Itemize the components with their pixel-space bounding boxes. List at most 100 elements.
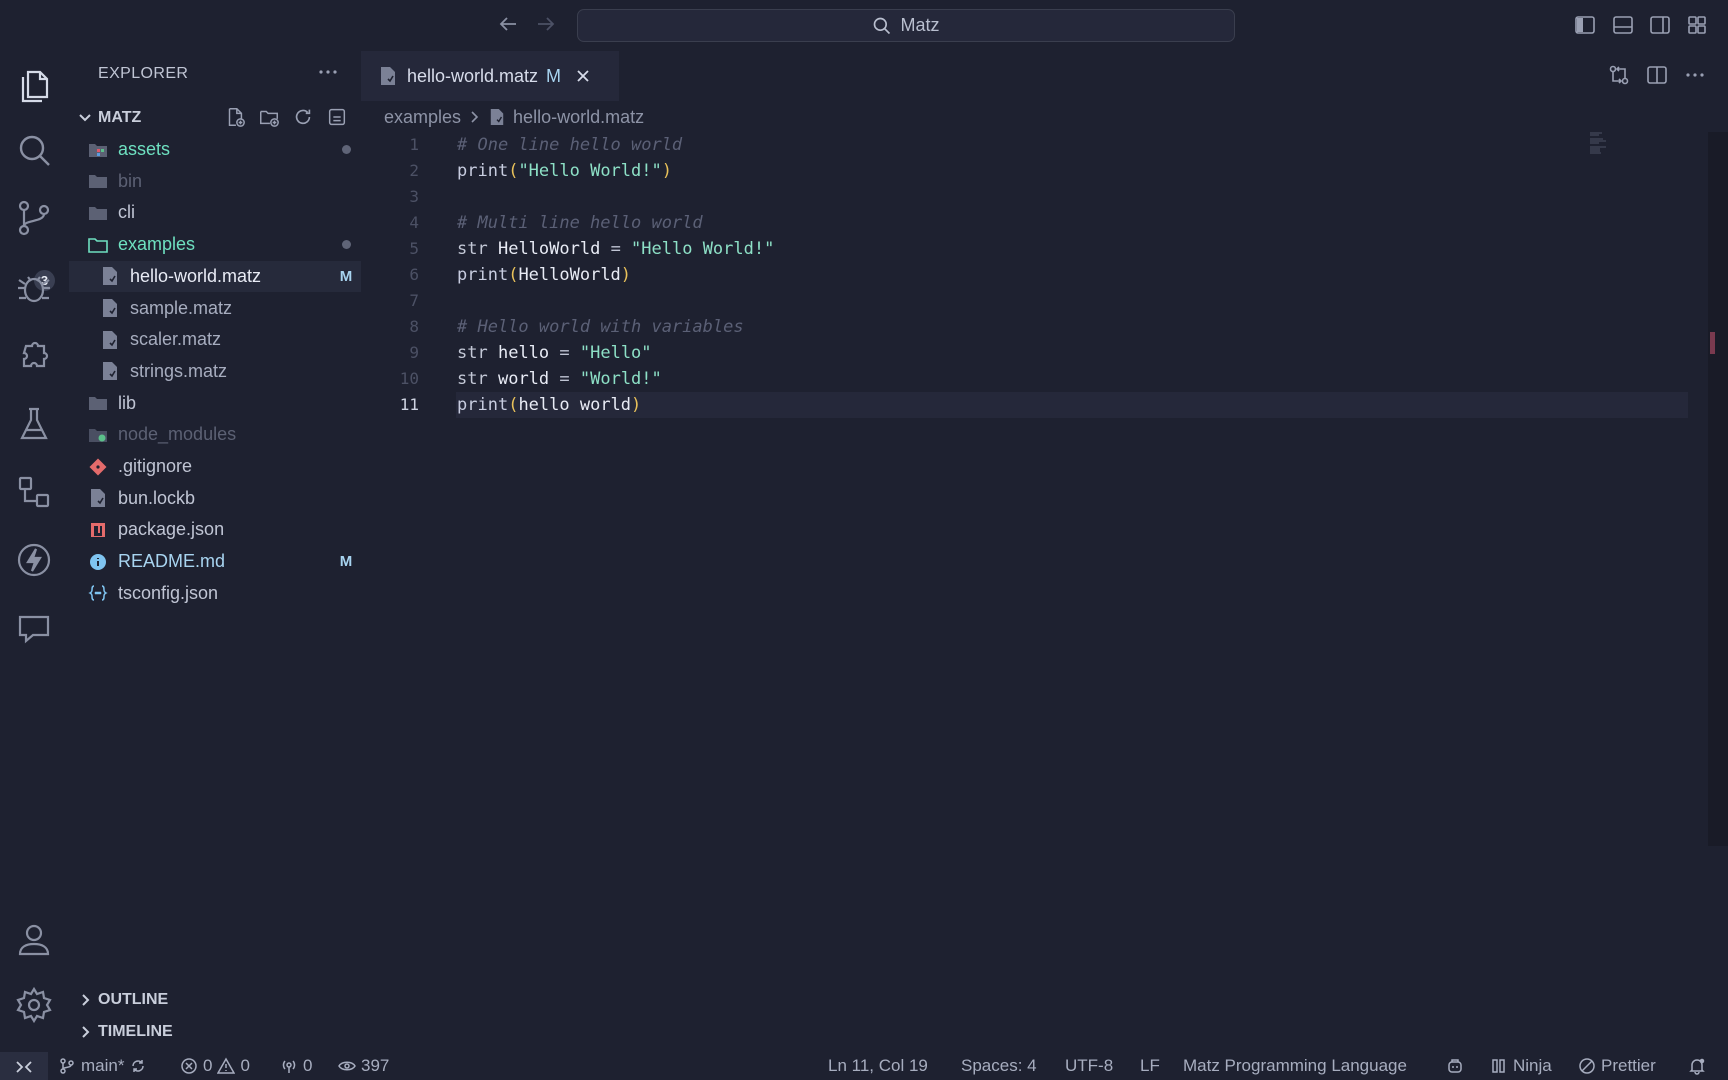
outline-label: OUTLINE	[98, 991, 169, 1008]
toggle-primary-sidebar-icon[interactable]	[1573, 13, 1597, 37]
editor-scrollbar[interactable]	[1708, 132, 1728, 846]
ports-count: 0	[303, 1056, 313, 1075]
tab-hello-world-matz[interactable]: hello-world.matz M	[361, 51, 619, 101]
code-text: print(hello world)	[457, 395, 642, 415]
accounts-person-icon[interactable]	[14, 920, 54, 960]
problems-status[interactable]: 0 0	[180, 1052, 250, 1080]
extensions-puzzle-icon[interactable]	[14, 336, 54, 376]
ninja-status[interactable]: Ninja	[1490, 1052, 1552, 1080]
code-line: 8 # Hello world with variables	[361, 314, 1688, 340]
code-line: 9 str hello = "Hello"	[361, 340, 1688, 366]
outline-section-header[interactable]: OUTLINE	[69, 987, 361, 1013]
tree-item-label: strings.matz	[130, 360, 228, 381]
minimap[interactable]	[1590, 132, 1626, 156]
code-line: 10 str world = "World!"	[361, 366, 1688, 392]
tree-item[interactable]: strings.matz	[69, 356, 361, 387]
git-icon	[88, 457, 108, 477]
code-text: str hello = "Hello"	[457, 343, 652, 363]
branch-status[interactable]: main*	[58, 1052, 147, 1080]
tree-item[interactable]: hello-world.matz M	[69, 260, 361, 292]
toggle-panel-icon[interactable]	[1611, 13, 1635, 37]
copilot-status[interactable]	[1446, 1052, 1464, 1080]
new-folder-icon[interactable]	[258, 106, 280, 128]
customize-layout-icon[interactable]	[1685, 13, 1709, 37]
ports-status[interactable]: 0	[280, 1052, 312, 1080]
chevron-right-icon	[82, 1026, 90, 1038]
tree-item-label: bin	[118, 170, 143, 191]
timeline-label: TIMELINE	[98, 1023, 173, 1040]
git-modified-badge: M	[339, 267, 353, 285]
more-actions-icon[interactable]	[1683, 63, 1707, 87]
chat-comments-icon[interactable]	[14, 608, 54, 648]
ninja-label: Ninja	[1513, 1056, 1552, 1075]
close-icon[interactable]	[575, 68, 591, 84]
tree-item[interactable]: lib	[69, 388, 361, 419]
run-debug-icon[interactable]	[14, 268, 54, 308]
tree-item-label: package.json	[118, 519, 225, 540]
tree-item[interactable]: scaler.matz	[69, 324, 361, 355]
forward-arrow-icon[interactable]	[534, 12, 558, 36]
branch-name: main*	[81, 1056, 125, 1075]
prettier-label: Prettier	[1601, 1056, 1656, 1075]
tree-item[interactable]: tsconfig.json	[69, 578, 361, 609]
indentation-status[interactable]: Spaces: 4	[961, 1052, 1037, 1080]
breadcrumb-folder[interactable]: examples	[384, 107, 461, 128]
more-actions-icon[interactable]	[316, 60, 340, 84]
tree-item[interactable]: node_modules	[69, 419, 361, 450]
collapse-all-icon[interactable]	[326, 106, 348, 128]
tree-item-label: tsconfig.json	[118, 582, 219, 603]
info-icon	[88, 552, 108, 572]
line-number: 5	[409, 239, 419, 258]
folder-icon	[88, 171, 108, 191]
tree-item[interactable]: sample.matz	[69, 293, 361, 324]
source-control-icon[interactable]	[14, 198, 54, 238]
open-changes-icon[interactable]	[1607, 63, 1631, 87]
tree-item[interactable]: cli	[69, 197, 361, 228]
prettier-status[interactable]: Prettier	[1578, 1052, 1656, 1080]
lightning-bolt-icon[interactable]	[14, 540, 54, 580]
tree-item[interactable]: bin	[69, 166, 361, 197]
eol-status[interactable]: LF	[1140, 1052, 1160, 1080]
editor-tab-bar: hello-world.matz M	[361, 48, 1728, 101]
views-status[interactable]: 397	[338, 1052, 389, 1080]
folder-open-icon	[88, 235, 108, 255]
explorer-files-icon[interactable]	[14, 63, 54, 103]
tree-item[interactable]: assets	[69, 134, 361, 165]
remote-indicator[interactable]	[0, 1052, 48, 1080]
command-center-search[interactable]: Matz	[577, 9, 1235, 42]
search-icon[interactable]	[14, 130, 54, 170]
activity-bar: 3	[0, 48, 69, 1052]
back-arrow-icon[interactable]	[496, 12, 520, 36]
tree-item[interactable]: bun.lockb	[69, 483, 361, 514]
settings-gear-icon[interactable]	[14, 985, 54, 1025]
tree-item-label: cli	[118, 202, 135, 223]
sync-icon[interactable]	[129, 1057, 147, 1075]
cursor-position[interactable]: Ln 11, Col 19	[828, 1052, 928, 1080]
tree-item[interactable]: package.json	[69, 514, 361, 545]
tree-item[interactable]: README.md M	[69, 546, 361, 577]
language-mode[interactable]: Matz Programming Language	[1183, 1052, 1407, 1080]
code-text: # Hello world with variables	[457, 317, 744, 337]
tree-item-label: assets	[118, 139, 171, 159]
columns-icon	[1492, 1059, 1505, 1073]
notifications-status[interactable]	[1688, 1052, 1706, 1080]
toggle-secondary-sidebar-icon[interactable]	[1648, 13, 1672, 37]
split-editor-icon[interactable]	[1645, 63, 1669, 87]
folder-assets-icon	[88, 140, 108, 160]
remote-explorer-icon[interactable]	[14, 472, 54, 512]
tree-item-label: scaler.matz	[130, 329, 222, 350]
testing-flask-icon[interactable]	[14, 404, 54, 444]
refresh-icon[interactable]	[292, 106, 314, 128]
encoding-status[interactable]: UTF-8	[1065, 1052, 1113, 1080]
line-number: 11	[399, 395, 419, 414]
file-icon	[100, 298, 120, 318]
breadcrumb-file[interactable]: hello-world.matz	[513, 107, 644, 128]
new-file-icon[interactable]	[224, 106, 246, 128]
code-line: 5 str HelloWorld = "Hello World!"	[361, 236, 1688, 262]
tree-item[interactable]: examples	[69, 229, 361, 260]
tree-item-label: bun.lockb	[118, 487, 196, 508]
tree-item-label: node_modules	[118, 424, 237, 445]
workspace-root-label: MATZ	[98, 109, 142, 126]
tree-item[interactable]: .gitignore	[69, 451, 361, 482]
timeline-section-header[interactable]: TIMELINE	[69, 1019, 361, 1045]
